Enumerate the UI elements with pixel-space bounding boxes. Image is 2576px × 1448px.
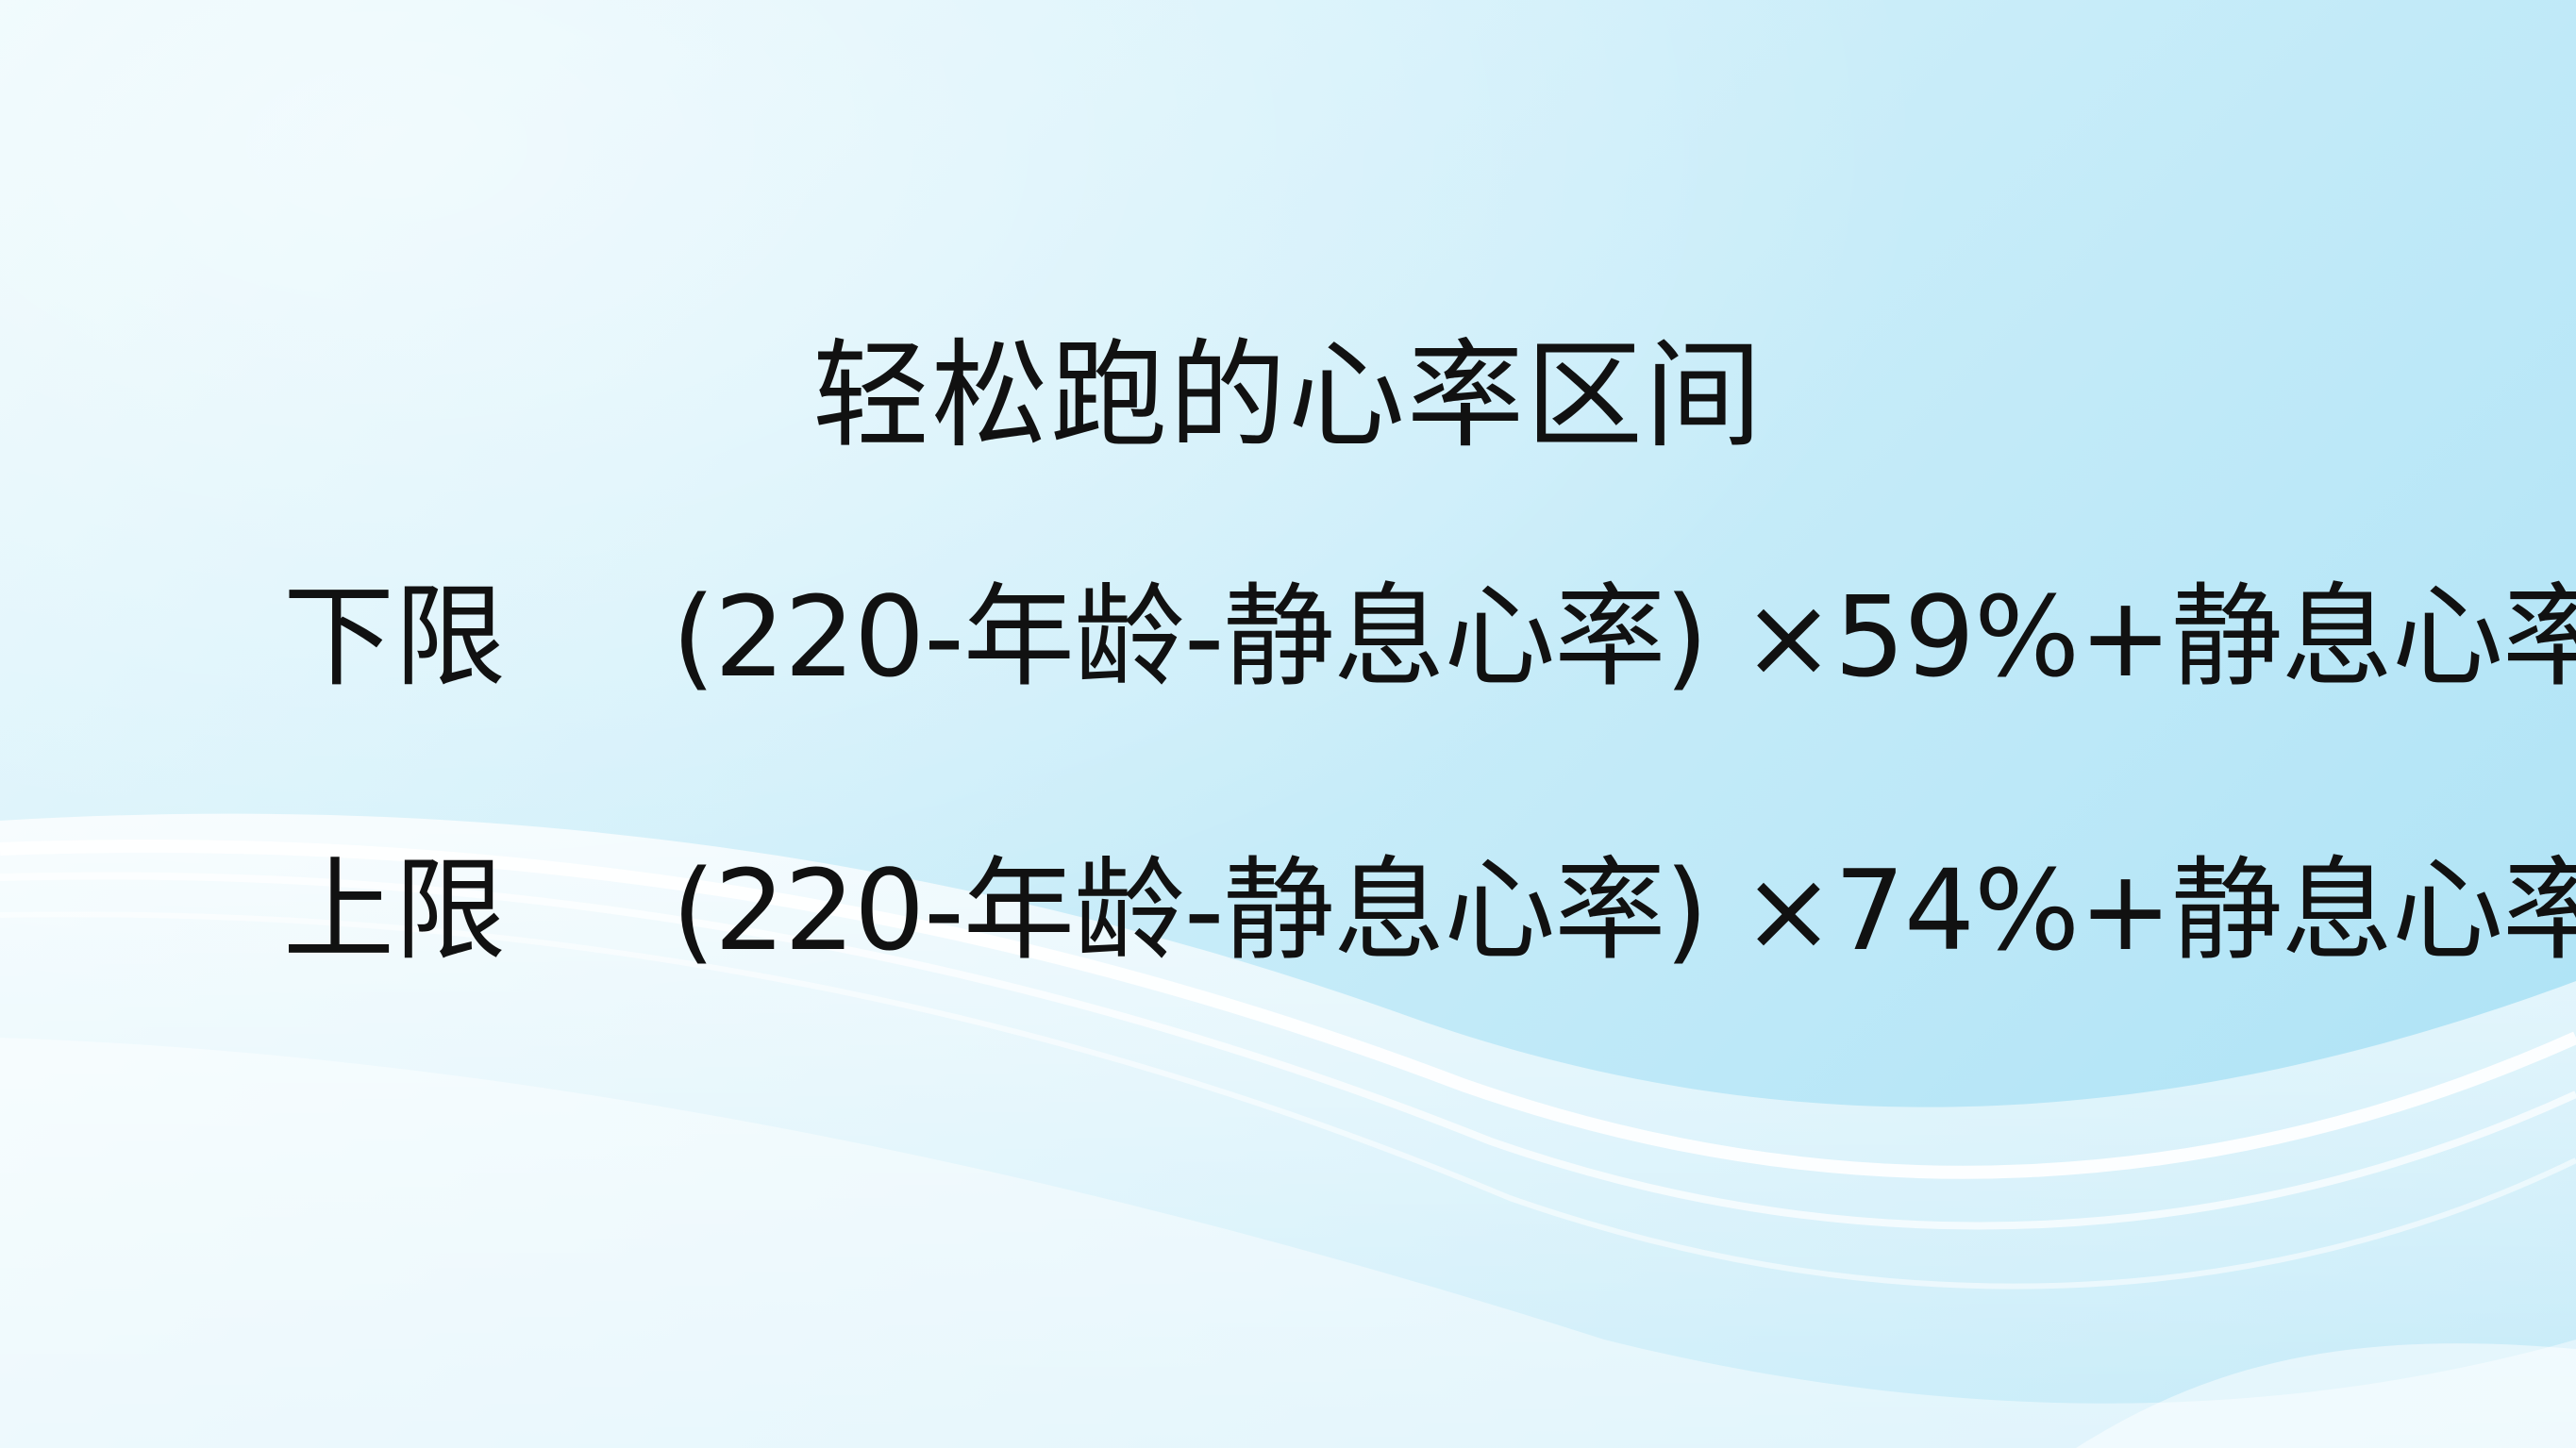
lower-limit-label: 下限 (283, 572, 507, 702)
upper-limit-row: 上限 (220-年龄-静息心率) ×74%+静息心率 (0, 830, 2576, 990)
lower-limit-formula: (220-年龄-静息心率) ×59%+静息心率 (672, 572, 2576, 702)
background-wave-graphic (0, 0, 2576, 1448)
upper-limit-label: 上限 (283, 845, 507, 975)
slide-title: 轻松跑的心率区间 (811, 328, 1764, 464)
upper-limit-formula: (220-年龄-静息心率) ×74%+静息心率 (672, 845, 2576, 975)
lower-limit-row: 下限 (220-年龄-静息心率) ×59%+静息心率 (0, 557, 2576, 717)
slide: 轻松跑的心率区间 下限 (220-年龄-静息心率) ×59%+静息心率 上限 (… (0, 0, 2576, 1448)
